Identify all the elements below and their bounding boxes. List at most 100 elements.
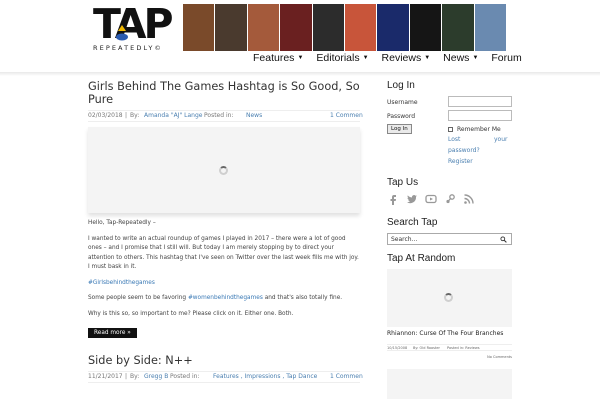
posted-in-label: Posted in: (170, 373, 200, 380)
header-image-strip (183, 4, 507, 51)
youtube-icon[interactable] (425, 193, 437, 205)
read-more-button[interactable]: Read more » (88, 328, 137, 338)
random-post-category[interactable]: Posted in: Reviews (447, 345, 480, 351)
password-input[interactable] (448, 110, 512, 121)
header-thumbnail (215, 4, 247, 51)
search-icon[interactable] (500, 236, 507, 243)
post-title[interactable]: Girls Behind The Games Hashtag is So Goo… (88, 80, 360, 106)
post-meta: 02/03/2018 | By: Amanda "AJ" Lange Poste… (88, 110, 363, 122)
random-widget: Tap At Random Rhiannon: Curse Of The Fou… (387, 253, 512, 399)
post-comments-link[interactable]: 1 Commen (330, 111, 363, 121)
chevron-down-icon: ▼ (362, 55, 369, 62)
post-title[interactable]: Side by Side: N++ (88, 354, 360, 367)
header-thumbnail (183, 4, 215, 51)
nav-forum[interactable]: Forum (491, 50, 521, 66)
nav-features-label: Features (253, 52, 295, 64)
lost-password-link[interactable]: Lost (448, 136, 460, 143)
chevron-down-icon: ▼ (424, 55, 431, 62)
search-title: Search Tap (387, 217, 438, 228)
hashtag-link[interactable]: #Girlsbehindthegames (88, 280, 155, 286)
tap-us-widget: Tap Us (387, 177, 512, 205)
random-title: Tap At Random (387, 253, 456, 264)
facebook-icon[interactable] (387, 193, 399, 205)
nav-forum-label: Forum (491, 52, 522, 64)
header-divider (0, 72, 600, 76)
post-article: Side by Side: N++ 11/21/2017 | By: Gregg… (88, 354, 363, 383)
post-paragraph: Some people seem to be favoring #womenbe… (88, 294, 360, 304)
post-paragraph: I wanted to write an actual roundup of g… (88, 235, 359, 271)
logo-tagline: REPEATEDLY© (93, 44, 164, 52)
meta-separator: | (125, 373, 128, 380)
by-label: By: (130, 373, 140, 380)
random-post-title[interactable]: Rhiannon: Curse Of The Four Branches (387, 330, 512, 337)
svg-text:TAP: TAP (93, 5, 173, 41)
post-body: Hello, Tap-Repeatedly – I wanted to writ… (88, 219, 360, 319)
post-featured-image[interactable] (88, 127, 360, 213)
header-thumbnail (345, 4, 377, 51)
loading-spinner-icon (219, 166, 228, 175)
nav-news-label: News (443, 52, 470, 64)
header-thumbnail (247, 4, 280, 51)
sidebar: Log In Username Password Log In Remember… (387, 80, 512, 399)
register-link[interactable]: Register (448, 158, 473, 165)
chevron-down-icon: ▼ (472, 55, 479, 62)
header-thumbnail (280, 4, 312, 51)
by-label: By: (130, 112, 140, 119)
header-thumbnail (442, 4, 474, 51)
post-date: 11/21/2017 (88, 373, 123, 380)
nav-reviews[interactable]: Reviews ▼ (382, 50, 431, 66)
chevron-down-icon: ▼ (297, 55, 304, 62)
password-label: Password (387, 113, 416, 120)
remember-me-label: Remember Me (457, 126, 501, 133)
post-article: Girls Behind The Games Hashtag is So Goo… (88, 80, 363, 338)
nav-features[interactable]: Features ▼ (253, 50, 303, 66)
login-button[interactable]: Log In (387, 124, 412, 134)
loading-spinner-icon (444, 293, 453, 302)
header-thumbnail (377, 4, 409, 51)
random-post-author[interactable]: By: Old Rooster (413, 345, 440, 351)
tap-logo-icon: TAP (93, 5, 176, 41)
nav-editorials[interactable]: Editorials ▼ (316, 50, 368, 66)
username-input[interactable] (448, 96, 512, 107)
header-thumbnail (474, 4, 507, 51)
post-date: 02/03/2018 (88, 112, 123, 119)
nav-reviews-label: Reviews (381, 52, 422, 64)
login-title: Log In (387, 80, 415, 91)
main-content: Girls Behind The Games Hashtag is So Goo… (88, 80, 363, 383)
site-logo[interactable]: TAP REPEATEDLY© (93, 5, 181, 53)
post-paragraph: Hello, Tap-Repeatedly – (88, 220, 156, 226)
post-text: and that's also totally fine. (264, 295, 343, 301)
header-thumbnail (409, 4, 442, 51)
post-category[interactable]: News (246, 111, 262, 121)
hashtag-link[interactable]: #womenbehindthegames (188, 295, 263, 301)
post-author[interactable]: Amanda "AJ" Lange (144, 111, 202, 121)
search-placeholder: Search... (391, 236, 418, 243)
meta-separator: | (125, 112, 128, 119)
nav-news[interactable]: News ▼ (443, 50, 478, 66)
random-post-meta: 10/15/2008 By: Old Rooster Posted in: Re… (387, 344, 512, 351)
post-paragraph: Why is this so, so important to me? Plea… (88, 310, 294, 317)
random-post-image-2[interactable] (387, 369, 512, 399)
search-input[interactable]: Search... (387, 233, 512, 245)
tap-us-title: Tap Us (387, 177, 419, 188)
post-meta: 11/21/2017 | By: Gregg B Posted in: Feat… (88, 371, 363, 383)
post-author[interactable]: Gregg B (144, 372, 168, 382)
post-text: Some people seem to be favoring (88, 295, 187, 301)
nav-editorials-label: Editorials (316, 52, 360, 64)
random-post-comments[interactable]: No Comments (387, 355, 512, 359)
post-categories[interactable]: Features , Impressions , Tap Dance (213, 372, 317, 382)
login-widget: Log In Username Password Log In Remember… (387, 80, 512, 167)
post-comments-link[interactable]: 1 Commen (330, 372, 363, 382)
lost-password-link-2[interactable]: your (494, 136, 508, 143)
username-label: Username (387, 99, 418, 106)
posted-in-label: Posted in: (204, 112, 234, 119)
search-widget: Search Tap Search... (387, 217, 512, 245)
main-nav: Features ▼ Editorials ▼ Reviews ▼ News ▼ For… (253, 50, 535, 66)
lost-password-link-3[interactable]: password? (448, 147, 480, 154)
steam-icon[interactable] (444, 193, 456, 205)
rss-icon[interactable] (463, 193, 475, 205)
header-thumbnail (312, 4, 345, 51)
random-post-image[interactable] (387, 269, 512, 327)
twitter-icon[interactable] (406, 193, 418, 205)
remember-me-checkbox[interactable] (448, 127, 453, 132)
